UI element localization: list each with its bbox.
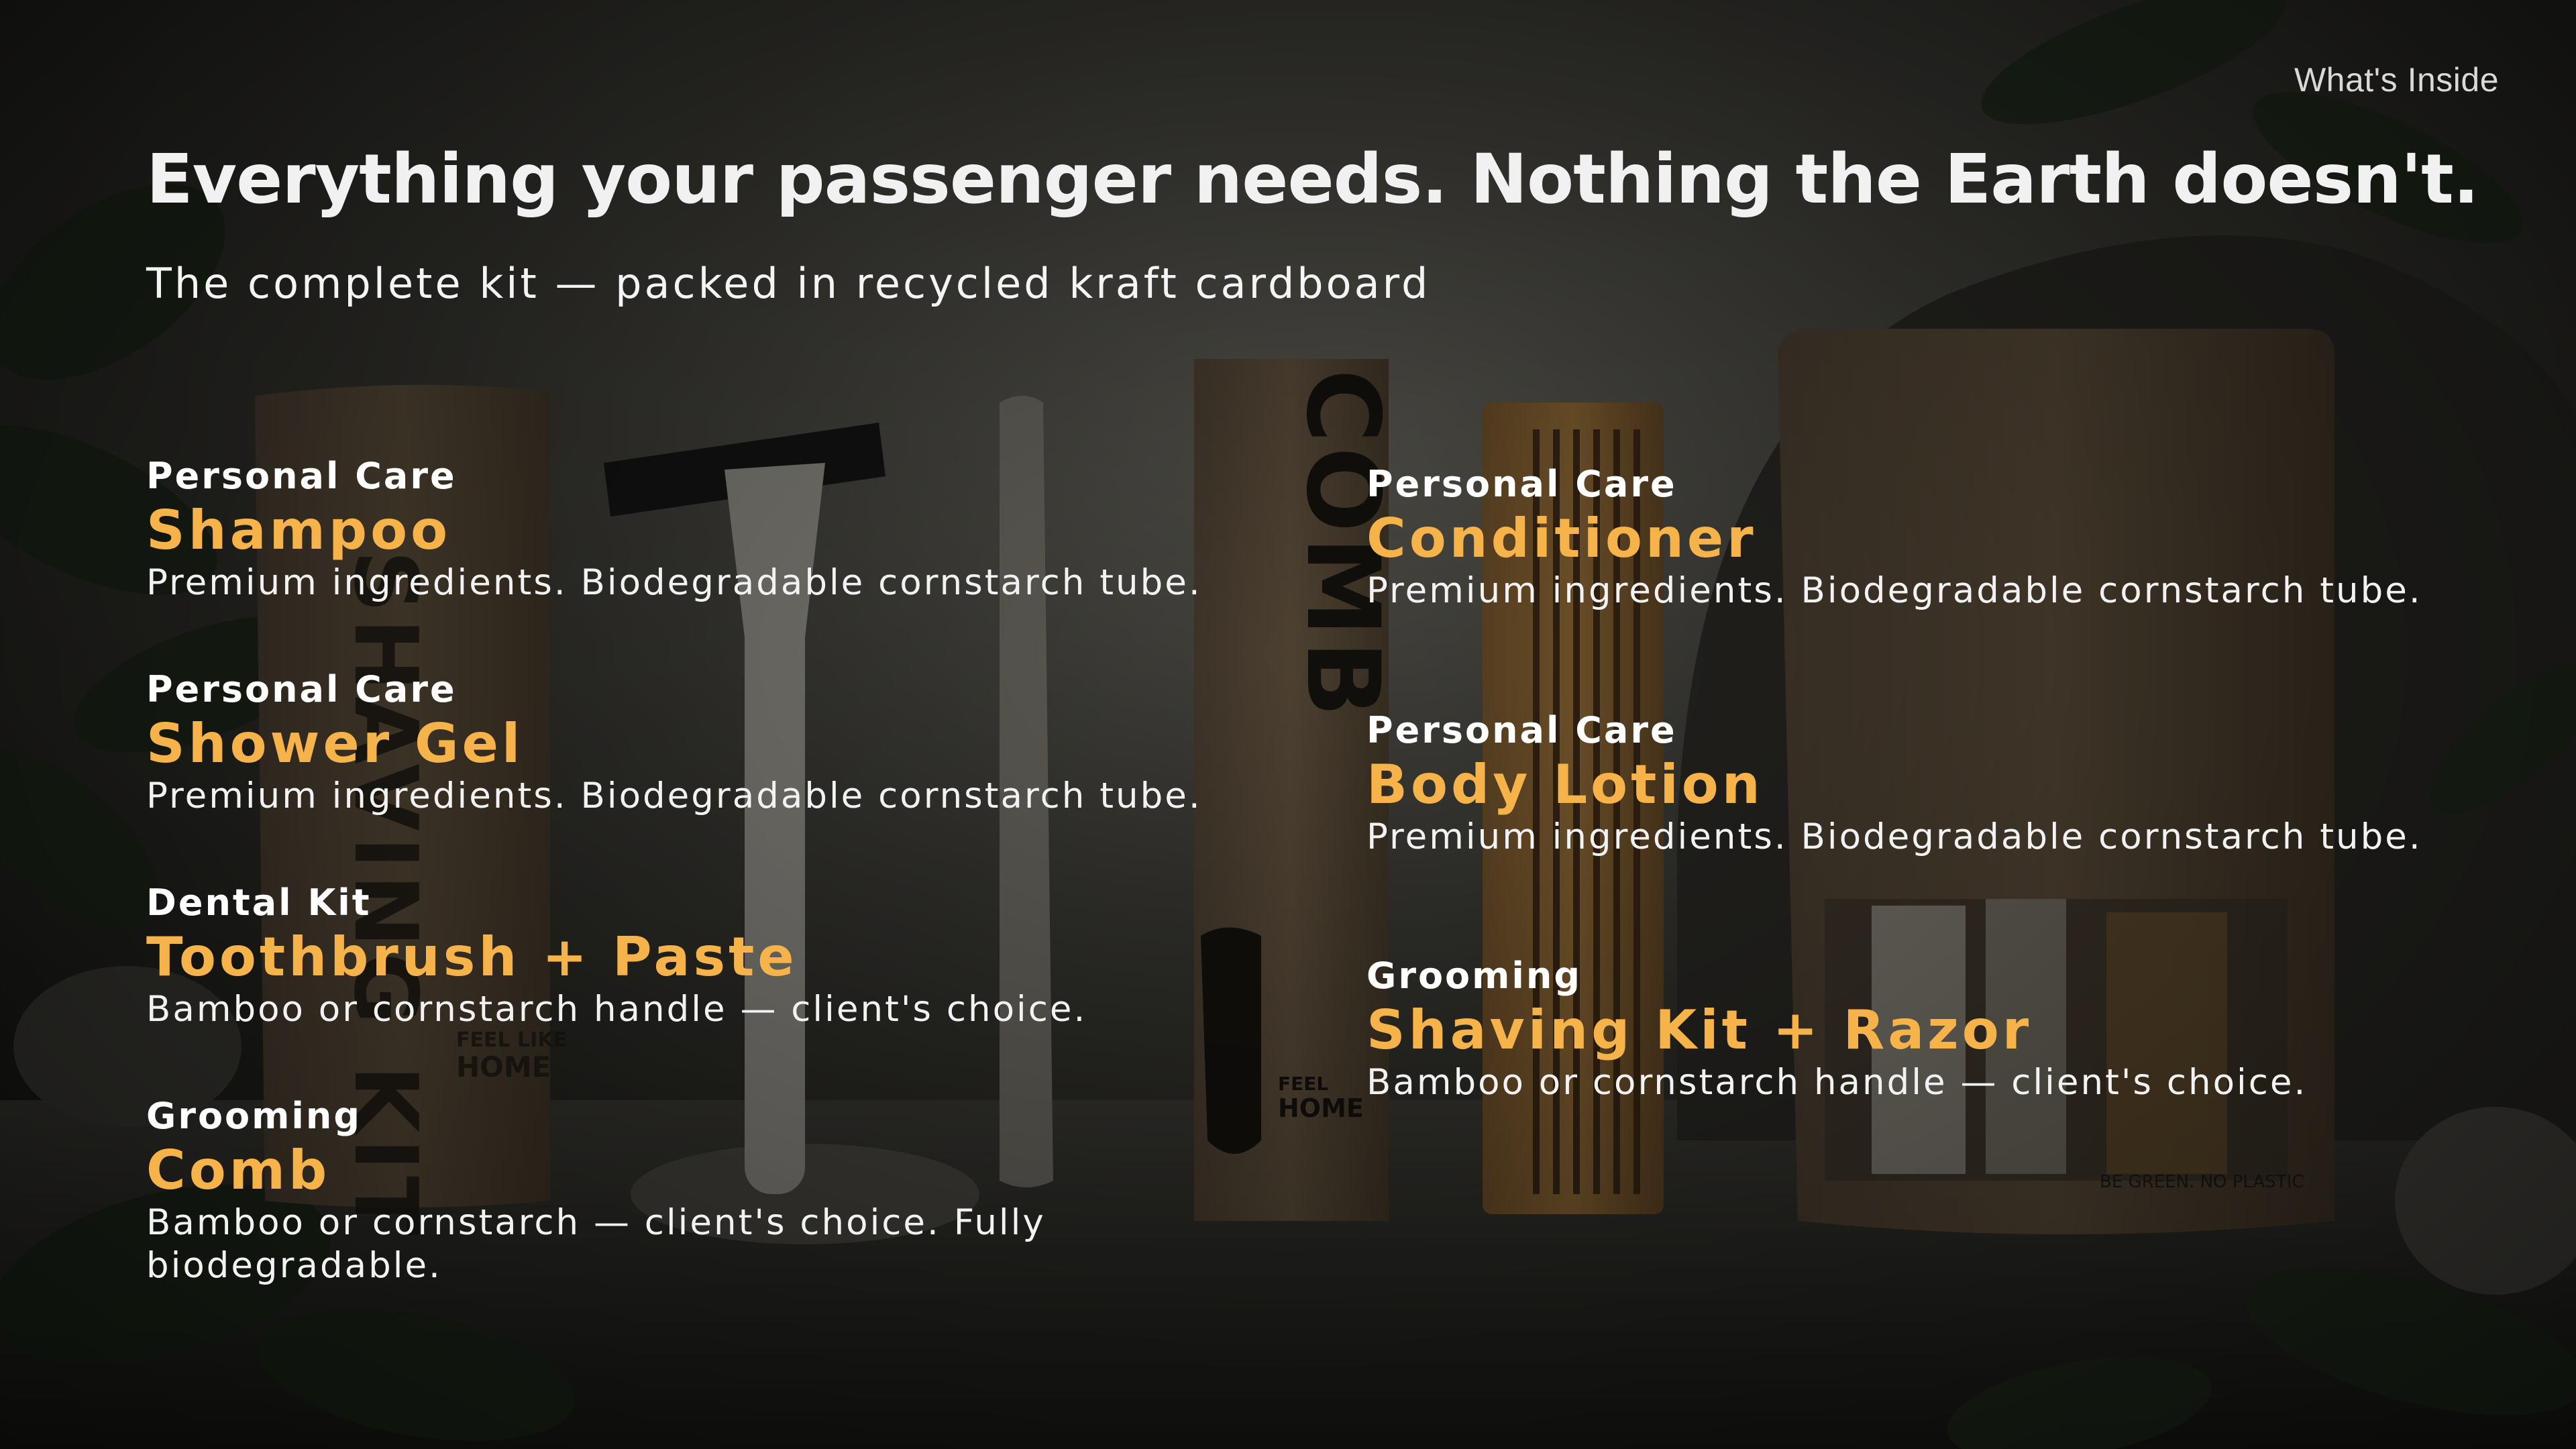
item-name: Comb: [146, 1139, 331, 1201]
item-body-lotion: Personal Care Body Lotion Premium ingred…: [1366, 707, 2547, 859]
item-description: Premium ingredients. Biodegradable corns…: [1366, 816, 2422, 857]
page-title: Everything your passenger needs. Nothing…: [146, 140, 2479, 219]
item-comb: Grooming Comb Bamboo or cornstarch — cli…: [146, 1093, 1099, 1287]
item-description: Premium ingredients. Biodegradable corns…: [146, 562, 1202, 603]
item-description: Bamboo or cornstarch — client's choice. …: [146, 1202, 1046, 1286]
item-category: Grooming: [146, 1095, 362, 1137]
item-name: Shower Gel: [146, 712, 524, 775]
item-shampoo: Personal Care Shampoo Premium ingredient…: [146, 453, 1327, 604]
item-description: Premium ingredients. Biodegradable corns…: [1366, 570, 2422, 611]
item-category: Personal Care: [1366, 709, 1677, 751]
whats-inside-slide: SHAVING KIT FEEL LIKE HOME COMB FEEL HOM…: [0, 0, 2576, 1449]
item-description: Premium ingredients. Biodegradable corns…: [146, 775, 1202, 816]
item-toothbrush-paste: Dental Kit Toothbrush + Paste Bamboo or …: [146, 879, 1327, 1031]
item-description: Bamboo or cornstarch handle — client's c…: [146, 989, 1087, 1030]
item-name: Shaving Kit + Razor: [1366, 999, 2033, 1061]
item-category: Personal Care: [146, 455, 457, 497]
item-conditioner: Personal Care Conditioner Premium ingred…: [1366, 461, 2547, 612]
section-tag: What's Inside: [2294, 61, 2499, 99]
item-shower-gel: Personal Care Shower Gel Premium ingredi…: [146, 666, 1327, 818]
item-name: Shampoo: [146, 499, 451, 561]
item-name: Conditioner: [1366, 507, 1757, 570]
page-subtitle: The complete kit — packed in recycled kr…: [146, 259, 1431, 308]
item-description: Bamboo or cornstarch handle — client's c…: [1366, 1062, 2308, 1103]
item-category: Grooming: [1366, 955, 1582, 997]
item-shaving-kit-razor: Grooming Shaving Kit + Razor Bamboo or c…: [1366, 953, 2547, 1104]
item-category: Dental Kit: [146, 881, 372, 924]
item-name: Body Lotion: [1366, 753, 1764, 816]
item-category: Personal Care: [1366, 463, 1677, 505]
item-name: Toothbrush + Paste: [146, 926, 798, 988]
item-category: Personal Care: [146, 668, 457, 710]
